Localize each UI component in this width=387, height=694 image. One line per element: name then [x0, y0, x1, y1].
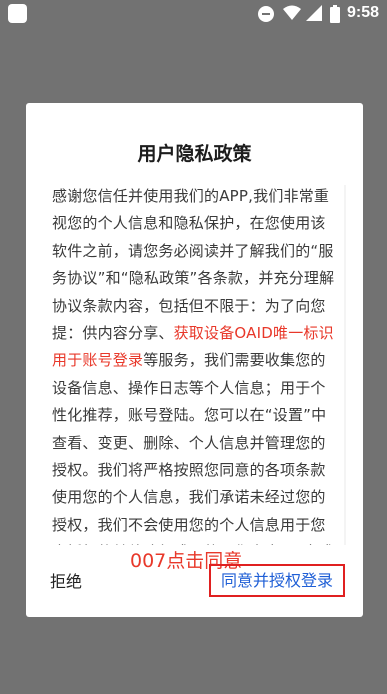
body-text-after-link: 等服务，我们需要收集您的设备信息、操作日志等个人信息；用于个性化推荐，账号登陆。…	[52, 351, 333, 545]
wifi-icon	[283, 5, 301, 20]
status-bar: 9:58	[0, 0, 387, 27]
status-time: 9:58	[347, 4, 380, 21]
signal-icon	[306, 5, 322, 21]
body-text-before-link: 感谢您信任并使用我们的APP,我们非常重视您的个人信息和隐私保护，在您使用该软件…	[52, 187, 335, 343]
battery-icon	[330, 5, 340, 23]
app-icon	[8, 4, 27, 23]
privacy-dialog: 用户隐私政策 感谢您信任并使用我们的APP,我们非常重视您的个人信息和隐私保护，…	[26, 103, 363, 617]
dialog-body-text[interactable]: 感谢您信任并使用我们的APP,我们非常重视您的个人信息和隐私保护，在您使用该软件…	[52, 183, 340, 545]
scrollbar[interactable]	[344, 185, 346, 545]
agree-and-login-button[interactable]: 同意并授权登录	[209, 564, 345, 597]
dialog-title: 用户隐私政策	[137, 143, 252, 165]
reject-button[interactable]: 拒绝	[50, 568, 82, 592]
do-not-disturb-icon	[258, 6, 274, 22]
